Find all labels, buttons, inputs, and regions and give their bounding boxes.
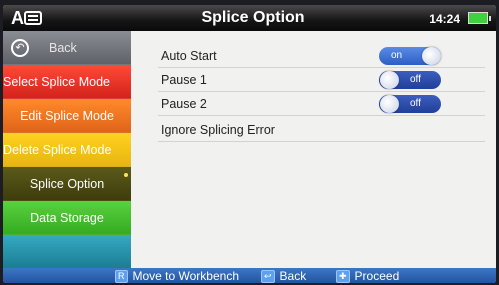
hint-label: Move to Workbench xyxy=(132,269,240,283)
page-title: Splice Option xyxy=(201,9,305,26)
hint-label: Back xyxy=(279,269,307,283)
logo-letter: A xyxy=(11,7,24,28)
r-key-icon: R xyxy=(115,269,128,283)
back-hint[interactable]: ↩ Back xyxy=(261,269,306,283)
logo-mark-icon xyxy=(24,11,42,25)
pause-1-toggle[interactable]: off xyxy=(379,71,441,89)
pause-2-toggle[interactable]: off xyxy=(379,95,441,113)
back-label: Back xyxy=(49,40,77,55)
toggle-knob xyxy=(380,95,399,113)
sidebar-item-label: Data Storage xyxy=(30,210,104,225)
clock: 14:24 xyxy=(429,12,460,26)
brand-logo: A xyxy=(11,8,42,28)
return-key-icon: ↩ xyxy=(261,269,275,283)
option-label: Ignore Splicing Error xyxy=(161,123,275,137)
sidebar-item-delete-splice-mode[interactable]: Delete Splice Mode xyxy=(3,133,131,167)
back-button[interactable]: ↶ Back xyxy=(3,31,131,65)
hint-label: Proceed xyxy=(354,269,400,283)
back-arrow-icon: ↶ xyxy=(11,38,29,57)
sidebar-item-label: Select Splice Mode xyxy=(3,74,111,89)
proceed-hint[interactable]: ✚ Proceed xyxy=(336,269,399,283)
toggle-state-label: off xyxy=(410,98,421,109)
option-row-auto-start[interactable]: Auto Start on xyxy=(158,45,485,68)
option-label: Pause 2 xyxy=(161,97,207,111)
option-row-pause-1[interactable]: Pause 1 off xyxy=(158,69,485,92)
dpad-key-icon: ✚ xyxy=(336,269,350,283)
toggle-state-label: off xyxy=(410,74,421,85)
battery-full-icon xyxy=(468,12,491,24)
option-row-ignore-splicing-error[interactable]: Ignore Splicing Error xyxy=(158,119,485,142)
sidebar-item-select-splice-mode[interactable]: Select Splice Mode xyxy=(3,65,131,99)
footer-hint-bar: R Move to Workbench ↩ Back ✚ Proceed xyxy=(3,268,496,283)
sidebar-item-data-storage[interactable]: Data Storage xyxy=(3,201,131,235)
sidebar-item-edit-splice-mode[interactable]: Edit Splice Mode xyxy=(3,99,131,133)
sidebar-item-splice-option[interactable]: Splice Option xyxy=(3,167,131,201)
sidebar-item-label: Edit Splice Mode xyxy=(20,108,114,123)
sidebar: ↶ Back Select Splice Mode Edit Splice Mo… xyxy=(3,31,131,268)
options-panel: Auto Start on Pause 1 off Pause 2 off Ig… xyxy=(131,31,496,268)
toggle-knob xyxy=(380,71,399,89)
option-row-pause-2[interactable]: Pause 2 off xyxy=(158,93,485,116)
sidebar-item-label: Splice Option xyxy=(29,176,105,191)
option-label: Pause 1 xyxy=(161,73,207,87)
sidebar-item-label: Delete Splice Mode xyxy=(3,142,112,157)
title-bar: A Splice Option 14:24 xyxy=(3,5,496,31)
toggle-knob xyxy=(422,47,441,65)
selected-indicator xyxy=(124,173,128,177)
sidebar-empty-slot xyxy=(3,235,131,268)
device-screen: A Splice Option 14:24 ↶ Back Select Spli… xyxy=(3,5,496,283)
option-label: Auto Start xyxy=(161,49,217,63)
auto-start-toggle[interactable]: on xyxy=(379,47,441,65)
toggle-state-label: on xyxy=(391,50,403,61)
move-to-workbench-hint[interactable]: R Move to Workbench xyxy=(115,269,239,283)
